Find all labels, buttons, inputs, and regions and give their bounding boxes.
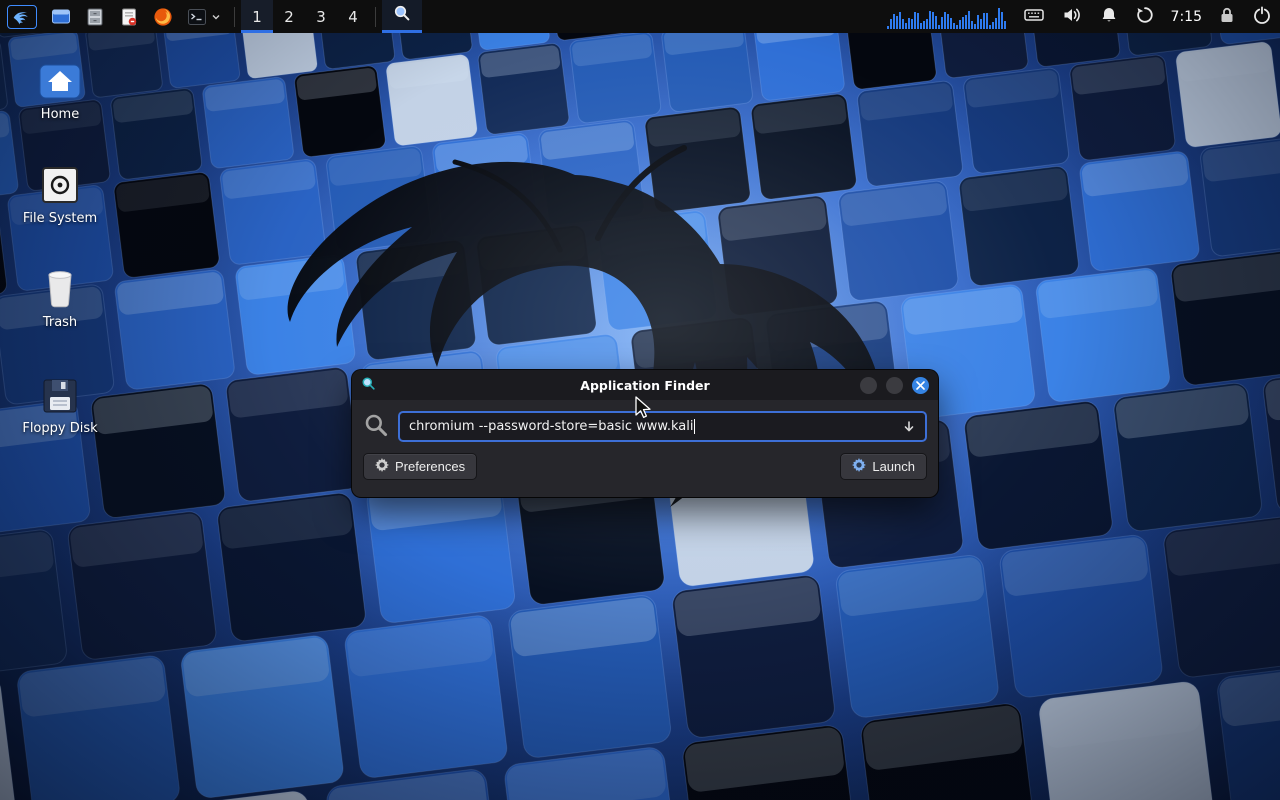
- kali-menu-button[interactable]: [0, 0, 44, 33]
- panel-separator: [234, 7, 235, 27]
- floppy-disk-icon: [42, 372, 78, 414]
- launch-button-label: Launch: [872, 459, 915, 474]
- keyboard-icon: [1024, 7, 1044, 27]
- launch-button[interactable]: Launch: [840, 453, 927, 480]
- text-editor-icon: [119, 7, 139, 27]
- desktop-icon-label: Trash: [43, 315, 77, 330]
- clock-label: 7:15: [1171, 9, 1202, 25]
- home-folder-icon: [39, 58, 81, 100]
- text-caret: [694, 419, 695, 434]
- desktop: 1 2 3 4: [0, 0, 1280, 800]
- taskbar-application-finder-button[interactable]: [382, 0, 422, 33]
- kali-logo-icon: [7, 5, 37, 29]
- minimize-button[interactable]: [860, 377, 877, 394]
- workspace-4-label: 4: [348, 8, 358, 26]
- desktop-icon-file-system[interactable]: File System: [8, 162, 112, 226]
- desktop-icon-home[interactable]: Home: [8, 58, 112, 122]
- logout-button[interactable]: [1244, 0, 1280, 33]
- keyboard-indicator[interactable]: [1015, 0, 1053, 33]
- drive-icon: [41, 162, 79, 204]
- workspace-4[interactable]: 4: [337, 0, 369, 33]
- desktop-icon-label: Floppy Disk: [22, 421, 97, 436]
- maximize-button[interactable]: [886, 377, 903, 394]
- dropdown-arrow-icon[interactable]: [902, 420, 916, 434]
- panel-clock[interactable]: 7:15: [1163, 0, 1210, 33]
- application-finder-window: Application Finder chromium --password-s…: [352, 370, 938, 497]
- trash-can-icon: [43, 266, 77, 308]
- file-cabinet-icon: [85, 7, 105, 27]
- system-monitor-graph[interactable]: [887, 3, 1007, 29]
- panel-separator: [375, 7, 376, 27]
- update-circle-icon: [1136, 6, 1154, 28]
- panel-left-group: 1 2 3 4: [0, 0, 422, 33]
- workspace-1-label: 1: [252, 8, 262, 26]
- window-title: Application Finder: [352, 378, 938, 393]
- workspace-1[interactable]: 1: [241, 0, 273, 33]
- text-editor-launcher[interactable]: [112, 0, 146, 33]
- power-icon: [1253, 6, 1271, 28]
- search-input-value: chromium --password-store=basic www.kali: [409, 419, 693, 434]
- notifications-button[interactable]: [1091, 0, 1127, 33]
- window-finder-icon: [361, 376, 376, 395]
- finder-actions-row: Preferences Launch: [352, 442, 938, 480]
- file-manager-launcher[interactable]: [44, 0, 78, 33]
- update-indicator[interactable]: [1127, 0, 1163, 33]
- volume-control[interactable]: [1053, 0, 1091, 33]
- search-input[interactable]: chromium --password-store=basic www.kali: [398, 411, 927, 442]
- preferences-button-label: Preferences: [395, 459, 465, 474]
- terminal-icon: [187, 7, 207, 27]
- finder-search-row: chromium --password-store=basic www.kali: [352, 400, 938, 442]
- chevron-down-icon: [211, 12, 221, 22]
- close-icon: [916, 381, 925, 390]
- bell-icon: [1100, 6, 1118, 28]
- close-button[interactable]: [912, 377, 929, 394]
- preferences-button[interactable]: Preferences: [363, 453, 477, 480]
- window-controls: [860, 377, 929, 394]
- file-manager-icon: [51, 7, 71, 27]
- executable-gear-icon: [852, 458, 866, 475]
- terminal-launcher[interactable]: [180, 0, 209, 33]
- gear-icon: [375, 458, 389, 475]
- desktop-icon-label: Home: [41, 107, 79, 122]
- firefox-launcher[interactable]: [146, 0, 180, 33]
- file-cabinet-launcher[interactable]: [78, 0, 112, 33]
- desktop-icon-floppy-disk[interactable]: Floppy Disk: [8, 372, 112, 436]
- top-panel: 1 2 3 4: [0, 0, 1280, 33]
- workspace-3[interactable]: 3: [305, 0, 337, 33]
- terminal-dropdown-button[interactable]: [209, 0, 228, 33]
- firefox-icon: [153, 7, 173, 27]
- desktop-icon-label: File System: [23, 211, 97, 226]
- desktop-icon-trash[interactable]: Trash: [8, 266, 112, 330]
- panel-tray-group: 7:15: [887, 0, 1280, 33]
- application-finder-icon: [393, 4, 411, 26]
- lock-screen-button[interactable]: [1210, 0, 1244, 33]
- workspace-2-label: 2: [284, 8, 294, 26]
- titlebar[interactable]: Application Finder: [352, 370, 938, 400]
- workspace-2[interactable]: 2: [273, 0, 305, 33]
- lock-icon: [1219, 6, 1235, 28]
- workspace-3-label: 3: [316, 8, 326, 26]
- search-icon: [363, 412, 389, 442]
- volume-icon: [1062, 6, 1082, 28]
